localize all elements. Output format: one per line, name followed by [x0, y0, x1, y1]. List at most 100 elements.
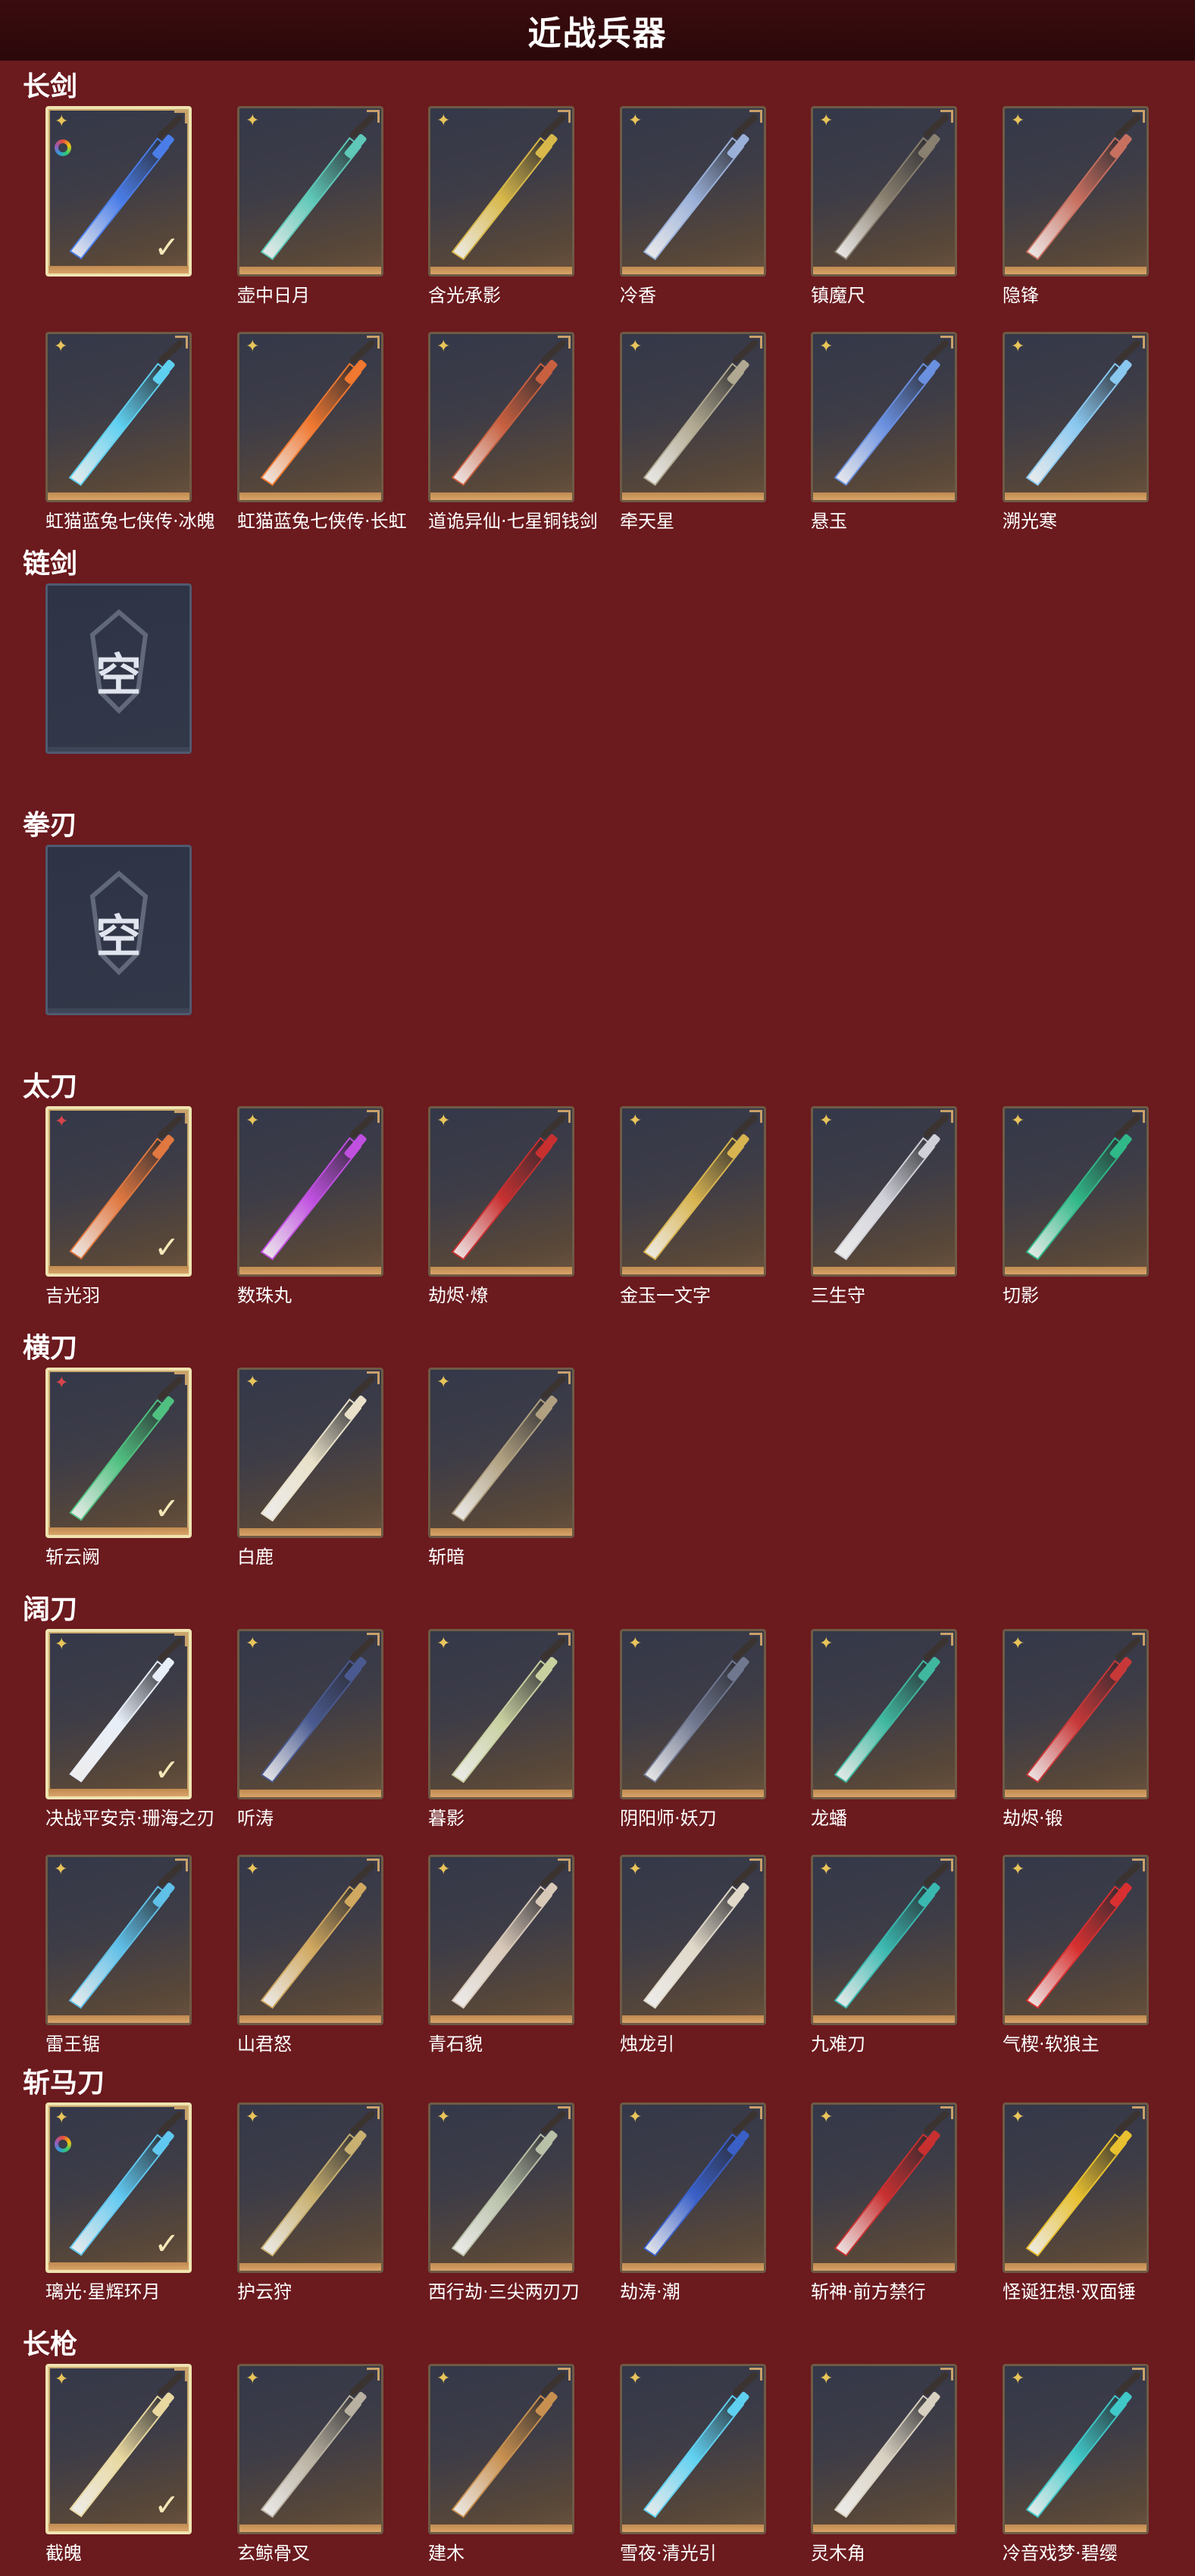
quality-star-icon: ✦ [55, 1374, 69, 1393]
weapon-card[interactable]: ✦ [1003, 1106, 1149, 1277]
weapon-card[interactable]: ✦ [811, 2364, 957, 2534]
weapon-card[interactable]: ✦ ✓ [45, 106, 192, 277]
quality-star-icon: ✦ [1011, 111, 1025, 130]
weapon-card[interactable]: ✦ [811, 1629, 957, 1799]
section-label: 长剑 [23, 71, 78, 102]
weapon-card[interactable]: ✦ [428, 2102, 574, 2273]
corner-decoration [367, 336, 380, 349]
weapon-card[interactable]: ✦ [1003, 2102, 1149, 2273]
corner-decoration [174, 1372, 187, 1385]
weapon-card[interactable]: ✦ [237, 1629, 383, 1799]
weapon-icon [834, 1114, 949, 1261]
weapon-card[interactable]: ✦ [237, 332, 383, 502]
corner-decoration [558, 1371, 571, 1384]
weapon-card[interactable]: ✦ [1003, 106, 1149, 277]
quality-star-icon: ✦ [436, 1634, 451, 1653]
weapon-icon [643, 2371, 758, 2518]
quality-star-icon: ✦ [1011, 2369, 1025, 2388]
corner-decoration [749, 110, 762, 123]
weapon-card[interactable]: ✦ [620, 332, 766, 502]
weapon-card[interactable]: ✦ ✓ [45, 2364, 192, 2534]
corner-decoration [558, 1859, 571, 1871]
card-strip [430, 1267, 572, 1274]
weapon-icon [1025, 1114, 1140, 1261]
weapon-card[interactable]: ✦ [620, 2364, 766, 2534]
card-strip [48, 1789, 189, 1796]
corner-decoration [749, 2368, 762, 2381]
card-strip [430, 267, 572, 274]
weapon-card[interactable]: ✦ [237, 2102, 383, 2273]
quality-star-icon: ✦ [628, 337, 643, 356]
empty-label: 空 [95, 911, 142, 964]
weapon-card[interactable]: ✦ [237, 1106, 383, 1277]
section-label: 链剑 [23, 549, 78, 580]
weapon-card[interactable]: ✦ [428, 2364, 574, 2534]
weapon-card[interactable]: ✦ ✓ [45, 2102, 192, 2273]
weapon-card[interactable]: ✦ [237, 2364, 383, 2534]
weapon-card[interactable]: ✦ [237, 106, 383, 277]
weapon-card[interactable]: ✦ ✓ [45, 1106, 192, 1277]
card-strip [622, 2524, 764, 2532]
weapon-card[interactable]: ✦ [1003, 1629, 1149, 1799]
weapon-card[interactable]: ✦ [620, 2102, 766, 2273]
weapon-card[interactable]: ✦ [428, 1855, 574, 2025]
weapon-card[interactable]: ✦ [428, 1629, 574, 1799]
weapon-icon [1025, 339, 1140, 486]
weapon-icon [643, 114, 758, 261]
weapon-card[interactable]: ✦ [1003, 1855, 1149, 2025]
weapon-card[interactable]: ✦ [811, 106, 957, 277]
quality-star-icon: ✦ [819, 1111, 834, 1130]
corner-decoration [367, 2368, 380, 2381]
weapon-card[interactable]: ✦ ✓ [45, 1368, 192, 1538]
weapon-card[interactable]: ✦ [1003, 332, 1149, 502]
corner-decoration [558, 1633, 571, 1646]
quality-star-icon: ✦ [54, 337, 68, 356]
quality-star-icon: ✦ [246, 1634, 260, 1653]
empty-label: 空 [95, 649, 142, 702]
weapon-card[interactable]: ✦ [428, 1106, 574, 1277]
quality-star-icon: ✦ [54, 1860, 68, 1879]
weapon-card[interactable]: ✦ [45, 1855, 192, 2025]
corner-decoration [174, 1111, 187, 1124]
quality-star-icon: ✦ [1011, 1111, 1025, 1130]
card-strip [1005, 2263, 1147, 2271]
empty-weapon-slot[interactable]: 空 [45, 845, 192, 1015]
weapon-card[interactable]: ✦ [1003, 2364, 1149, 2534]
weapon-icon [643, 1114, 758, 1261]
weapon-card[interactable]: ✦ [237, 1368, 383, 1538]
card-strip [430, 2263, 572, 2271]
weapon-icon [1025, 1637, 1140, 1784]
weapon-card[interactable]: ✦ [811, 1855, 957, 2025]
weapon-name: 斩云阙 [45, 1546, 100, 1568]
weapon-card[interactable]: ✦ [428, 1368, 574, 1538]
card-strip [239, 492, 381, 500]
weapon-card[interactable]: ✦ [428, 332, 574, 502]
weapon-card[interactable]: ✦ [811, 332, 957, 502]
weapon-card[interactable]: ✦ [620, 1629, 766, 1799]
card-strip [239, 1528, 381, 1536]
quality-star-icon: ✦ [55, 2109, 69, 2127]
quality-star-icon: ✦ [819, 111, 834, 130]
weapon-name: 三生守 [811, 1285, 865, 1306]
weapon-card[interactable]: ✦ [620, 1855, 766, 2025]
card-strip [813, 2263, 955, 2271]
weapon-card[interactable]: ✦ [428, 106, 574, 277]
card-strip [430, 1790, 572, 1797]
weapon-card[interactable]: ✦ ✓ [45, 1629, 192, 1799]
weapon-card[interactable]: ✦ [620, 106, 766, 277]
weapon-icon [1025, 2110, 1140, 2257]
weapon-icon [260, 1862, 375, 2009]
weapon-card[interactable]: ✦ [45, 332, 192, 502]
quality-star-icon: ✦ [436, 1373, 451, 1392]
weapon-card[interactable]: ✦ [811, 2102, 957, 2273]
card-strip [48, 266, 189, 274]
card-strip [622, 267, 764, 274]
quality-star-icon: ✦ [55, 112, 69, 131]
weapon-name: 壶中日月 [237, 285, 310, 306]
quality-star-icon: ✦ [1011, 337, 1025, 356]
weapon-icon [451, 1862, 566, 2009]
weapon-card[interactable]: ✦ [237, 1855, 383, 2025]
weapon-card[interactable]: ✦ [811, 1106, 957, 1277]
weapon-card[interactable]: ✦ [620, 1106, 766, 1277]
empty-weapon-slot[interactable]: 空 [45, 583, 192, 754]
